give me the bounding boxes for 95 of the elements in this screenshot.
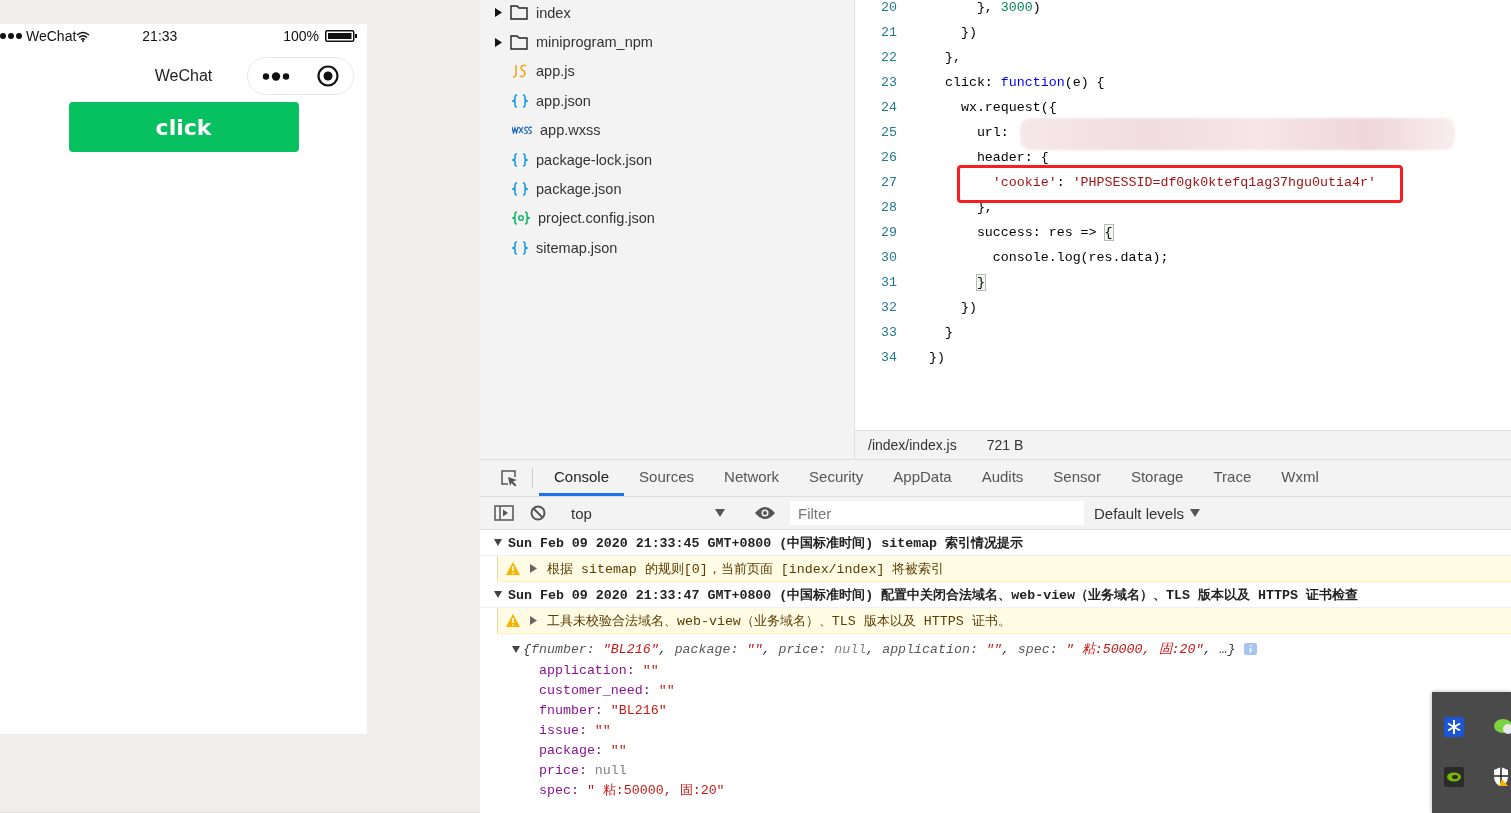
chat-bubble-icon[interactable]: [1494, 718, 1511, 736]
file-tree-item[interactable]: app.js: [480, 56, 854, 87]
expand-arrow-icon[interactable]: [494, 37, 502, 47]
line-number: 33: [880, 325, 897, 340]
folder-icon: [510, 5, 528, 21]
code-line: },: [943, 50, 962, 65]
line-number: 34: [880, 350, 897, 365]
line-number: 31: [880, 275, 897, 290]
code-line: }): [959, 25, 978, 40]
warning-message: 工具未校验合法域名、web-view（业务域名）、TLS 版本以及 HTTPS 证书。: [547, 612, 1011, 630]
code-line: 'cookie': 'PHPSESSID=df0gk0ktefq1ag37hgu0utia4r': [991, 175, 1377, 190]
caret-icon: [1190, 509, 1201, 517]
object-property: fnumber: "BL216": [538, 701, 667, 720]
braces-icon: [512, 152, 528, 167]
warning-icon: [506, 614, 520, 627]
devtools-tab[interactable]: Audits: [966, 460, 1039, 496]
line-number: 20: [880, 0, 897, 15]
expand-arrow-icon[interactable]: [494, 538, 502, 547]
line-number: 22: [880, 50, 897, 65]
devtools-tab[interactable]: Wxml: [1266, 460, 1334, 496]
more-icon[interactable]: [261, 71, 290, 81]
devtools-tab[interactable]: Security: [794, 460, 879, 496]
filter-field[interactable]: Filter: [790, 501, 1084, 525]
object-summary: {fnumber: "BL216", package: "", price: null, application: "", spec: " 粘:50000, 固:20", …}: [523, 641, 1236, 658]
shield-icon[interactable]: [1494, 767, 1508, 787]
battery-icon: [325, 30, 357, 42]
file-tree-item[interactable]: index: [480, 0, 854, 28]
stylesheet-icon: [512, 126, 532, 135]
braces-icon: [512, 240, 528, 255]
braces-icon: [512, 93, 528, 108]
code-line: }, 3000): [975, 0, 1042, 15]
code-line: success: res => {: [975, 225, 1114, 240]
graphics-card-icon[interactable]: [1444, 767, 1464, 787]
line-number: 24: [880, 100, 897, 115]
line-number: 30: [880, 250, 897, 265]
warning-message: 根据 sitemap 的规则[0]，当前页面 [index/index] 将被索引: [547, 560, 945, 578]
code-line: wx.request({: [959, 100, 1058, 115]
file-tree-item[interactable]: app.json: [480, 86, 854, 116]
config-braces-icon: [512, 211, 530, 226]
devtools-tab[interactable]: Storage: [1115, 460, 1199, 496]
info-icon: [1244, 643, 1258, 655]
object-property: application: "": [538, 661, 659, 680]
file-tree-item[interactable]: sitemap.json: [480, 233, 854, 263]
snowflake-icon[interactable]: [1444, 717, 1464, 737]
object-property: issue: "": [538, 721, 611, 740]
object-property: price: null: [538, 761, 627, 780]
object-property: customer_need: "": [538, 681, 675, 700]
line-number: 25: [880, 125, 897, 140]
file-tree-item[interactable]: miniprogram_npm: [480, 27, 854, 57]
expand-arrow-icon[interactable]: [512, 644, 520, 654]
devtools-tab[interactable]: Sensor: [1038, 460, 1116, 496]
line-number: 27: [880, 175, 897, 190]
js-file-icon: [512, 64, 528, 79]
file-path: /index/index.js: [868, 437, 957, 453]
line-number: 26: [880, 150, 897, 165]
devtools-tab[interactable]: AppData: [878, 460, 967, 496]
code-line: }): [929, 350, 946, 365]
caret-icon: [715, 509, 725, 517]
levels-dropdown[interactable]: Default levels: [1088, 503, 1207, 523]
line-number: 21: [880, 25, 897, 40]
line-number: 29: [880, 225, 897, 240]
file-tree-item[interactable]: project.config.json: [480, 203, 854, 234]
folder-icon: [510, 34, 528, 50]
expand-arrow-icon[interactable]: [494, 590, 502, 599]
console-group-title: Sun Feb 09 2020 21:33:47 GMT+0800 (中国标准时间) 配置中关闭合法域名、web-view（业务域名）、TLS 版本以及 HTTPS 证书检查: [508, 586, 1358, 604]
carrier-label: WeChat: [26, 28, 77, 44]
code-line: click: function(e) {: [943, 75, 1106, 90]
code-line: console.log(res.data);: [991, 250, 1170, 265]
line-number: 28: [880, 200, 897, 215]
code-line: url:: [975, 125, 1010, 140]
devtools-tab[interactable]: Trace: [1198, 460, 1267, 496]
clock-time: 21:33: [142, 28, 178, 44]
console-group-title: Sun Feb 09 2020 21:33:45 GMT+0800 (中国标准时间) sitemap 索引情况提示: [508, 534, 1024, 552]
file-tree-item[interactable]: app.wxss: [480, 115, 854, 145]
braces-icon: [512, 182, 528, 197]
devtools-tab[interactable]: Sources: [624, 460, 710, 496]
line-number: 32: [880, 300, 897, 315]
devtools-tab[interactable]: Network: [709, 460, 795, 496]
warning-icon: [506, 562, 520, 575]
record-icon[interactable]: [317, 65, 340, 87]
code-line: }: [943, 325, 954, 340]
wifi-icon: [76, 30, 91, 42]
object-property: spec: " 粘:50000, 固:20": [538, 781, 725, 800]
file-tree-item[interactable]: package-lock.json: [480, 144, 854, 175]
code-line: }): [959, 300, 978, 315]
context-select[interactable]: top: [563, 504, 733, 522]
code-line: header: {: [975, 150, 1050, 165]
file-tree-item[interactable]: package.json: [480, 174, 854, 204]
line-number: 23: [880, 75, 897, 90]
nav-title: WeChat: [153, 67, 214, 85]
object-property: package: "": [538, 741, 627, 760]
signal-icon: [0, 32, 22, 40]
expand-arrow-icon[interactable]: [494, 8, 502, 18]
battery-percent: 100%: [283, 28, 319, 44]
file-size: 721 B: [986, 437, 1024, 453]
